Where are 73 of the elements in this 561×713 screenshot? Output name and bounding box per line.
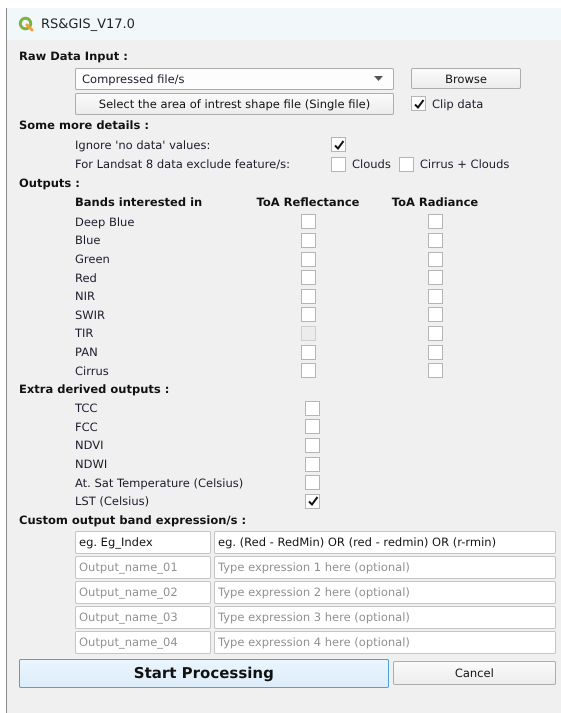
- checkbox[interactable]: [300, 307, 316, 322]
- checkbox[interactable]: [300, 344, 316, 360]
- output-name-field[interactable]: Output_name_04: [75, 630, 211, 654]
- band-label: Deep Blue: [75, 214, 136, 229]
- output-name-field[interactable]: Output_name_03: [75, 606, 211, 628]
- cancel-button[interactable]: Cancel: [392, 661, 556, 685]
- column-header: ToA Radiance: [390, 194, 480, 212]
- checkbox[interactable]: [305, 475, 320, 490]
- option-label: Ignore 'no data' values:: [75, 138, 212, 152]
- checkbox[interactable]: [305, 419, 320, 434]
- band-label: Blue: [75, 233, 102, 248]
- option-label: NDVI: [75, 438, 105, 452]
- checkbox[interactable]: [331, 137, 346, 152]
- column-header: Bands interested in: [75, 194, 202, 212]
- checkbox[interactable]: [300, 252, 316, 267]
- output-name-field[interactable]: Output_name_01: [75, 556, 211, 578]
- expression-field[interactable]: eg. (Red - RedMin) OR (red - redmin) OR (r-rmin): [214, 530, 556, 554]
- column-header: ToA Reflectance: [256, 194, 360, 212]
- checkbox[interactable]: [398, 156, 414, 172]
- output-name-field[interactable]: Output_name_02: [75, 580, 211, 604]
- expression-field[interactable]: Type expression 2 here (optional): [214, 580, 556, 604]
- browse-button[interactable]: Browse: [411, 68, 521, 89]
- band-label: NIR: [75, 289, 96, 304]
- checkbox[interactable]: [428, 252, 442, 267]
- checkbox[interactable]: [411, 96, 426, 111]
- expression-field[interactable]: Type expression 4 here (optional): [214, 630, 556, 654]
- checkbox[interactable]: [300, 214, 316, 230]
- option-label: TCC: [75, 401, 98, 416]
- option-label: LST (Celsius): [75, 494, 150, 508]
- checkbox[interactable]: [331, 156, 346, 172]
- checkbox[interactable]: [305, 438, 320, 453]
- expression-field[interactable]: Type expression 1 here (optional): [214, 556, 556, 578]
- checkbox[interactable]: [428, 214, 442, 230]
- section-heading: Raw Data Input :: [19, 48, 129, 65]
- checkbox[interactable]: [428, 344, 442, 360]
- option-label: FCC: [75, 420, 99, 434]
- section-heading: Outputs :: [19, 175, 81, 192]
- checkbox[interactable]: [300, 232, 316, 248]
- option-label: At. Sat Temperature (Celsius): [75, 476, 244, 490]
- section-heading: Some more details :: [19, 117, 150, 134]
- dropdown-arrow-icon: [374, 76, 383, 81]
- checkbox[interactable]: [300, 363, 316, 378]
- section-heading: Extra derived outputs :: [19, 380, 170, 398]
- app-logo-icon: [18, 16, 34, 32]
- band-label: Cirrus: [75, 364, 110, 378]
- source-dropdown[interactable]: Compressed file/s: [75, 68, 394, 90]
- band-label: PAN: [75, 345, 99, 360]
- shape-file-button[interactable]: Select the area of intrest shape file (Single file): [75, 92, 394, 114]
- checkbox[interactable]: [428, 288, 442, 304]
- option-label: NDWI: [75, 457, 108, 472]
- window-title: RS&GIS_V17.0: [41, 16, 135, 32]
- checkbox-label: Clouds: [352, 157, 391, 172]
- checkbox-label: Clip data: [432, 96, 484, 110]
- checkbox[interactable]: [305, 456, 320, 472]
- output-name-field[interactable]: eg. Eg_Index: [75, 530, 211, 554]
- start-processing-button[interactable]: Start Processing: [19, 658, 389, 688]
- checkbox[interactable]: [300, 270, 316, 286]
- checkbox[interactable]: [428, 232, 442, 248]
- checkbox[interactable]: [428, 270, 442, 286]
- expression-field[interactable]: Type expression 3 here (optional): [214, 606, 556, 628]
- checkbox[interactable]: [428, 363, 442, 378]
- section-heading: Custom output band expression/s :: [19, 512, 248, 528]
- checkbox[interactable]: [428, 326, 442, 341]
- option-label: For Landsat 8 data exclude feature/s:: [75, 157, 291, 172]
- checkbox[interactable]: [428, 307, 442, 322]
- checkbox[interactable]: [305, 494, 320, 509]
- band-label: Green: [75, 252, 111, 266]
- band-label: Red: [75, 270, 98, 285]
- band-label: TIR: [75, 326, 94, 340]
- checkbox[interactable]: [305, 400, 320, 416]
- band-label: SWIR: [75, 308, 106, 322]
- checkbox[interactable]: [300, 288, 316, 304]
- checkbox-label: Cirrus + Clouds: [420, 157, 510, 172]
